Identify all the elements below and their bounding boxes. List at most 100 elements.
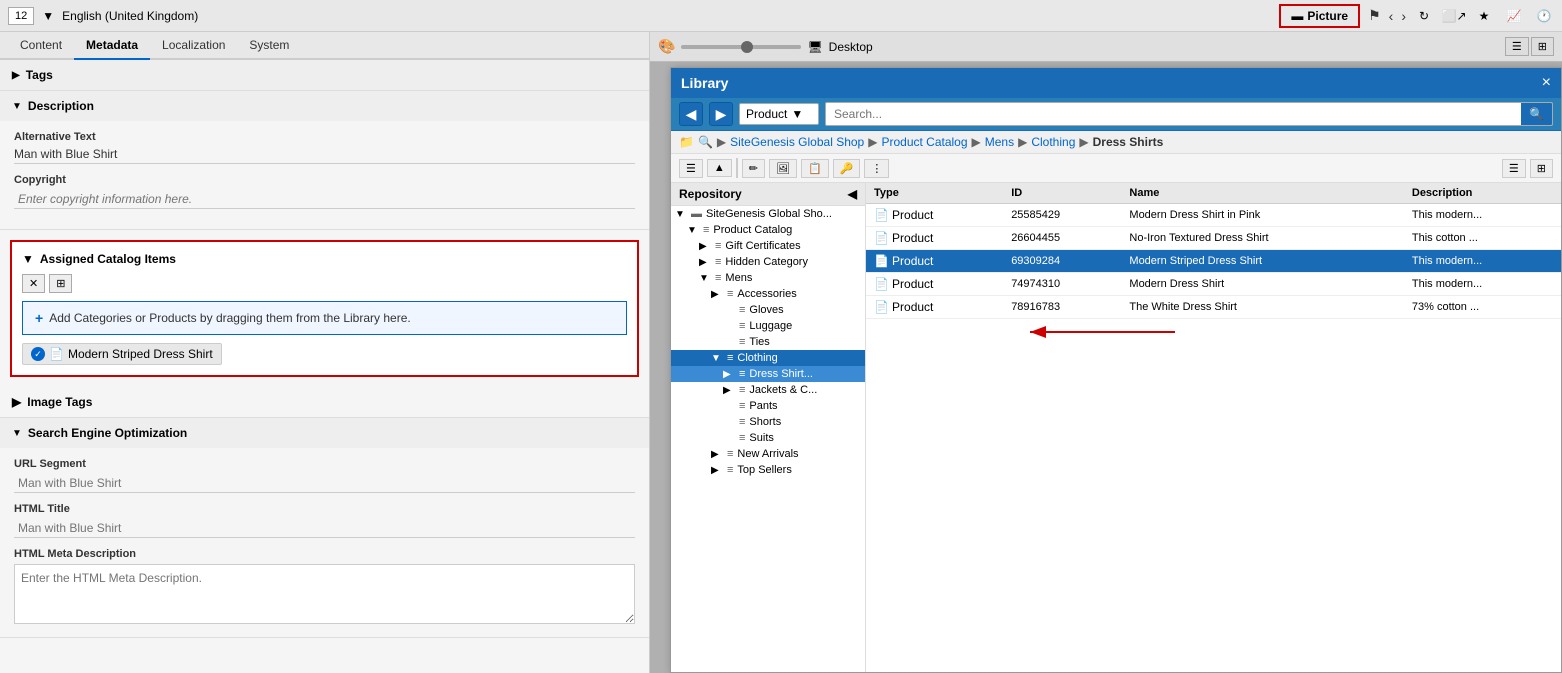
tree-node-0[interactable]: ▼ ▬ SiteGenesis Global Sho... bbox=[671, 206, 865, 222]
tree-node-4[interactable]: ▼ ≡ Mens bbox=[671, 270, 865, 286]
library-close-btn[interactable]: × bbox=[1542, 74, 1551, 92]
refresh-icon[interactable]: ↻ bbox=[1414, 6, 1434, 26]
lib-search-button[interactable]: 🔍 bbox=[1521, 103, 1552, 125]
file-row-3[interactable]: 📄 Product 74974310 Modern Dress Shirt Th… bbox=[866, 273, 1561, 296]
picture-button[interactable]: ▬ Picture bbox=[1279, 4, 1360, 28]
lib-grid-view[interactable]: ⊞ bbox=[1530, 159, 1553, 178]
tree-node-7[interactable]: ≡ Luggage bbox=[671, 318, 865, 334]
expand-icon-4[interactable]: ▼ bbox=[699, 273, 711, 284]
repo-label: Repository bbox=[679, 187, 742, 201]
breadcrumb-item-2[interactable]: Mens bbox=[985, 135, 1014, 149]
url-segment-input[interactable] bbox=[14, 474, 635, 493]
breadcrumb-item-0[interactable]: SiteGenesis Global Shop bbox=[730, 135, 864, 149]
description-header[interactable]: ▼ Description bbox=[0, 91, 649, 121]
tab-content[interactable]: Content bbox=[8, 32, 74, 60]
image-tags-header[interactable]: ▶ Image Tags bbox=[0, 387, 649, 417]
lib-dropdown[interactable]: Product ▼ bbox=[739, 103, 819, 125]
lib-forward-btn[interactable]: ▶ bbox=[709, 102, 733, 126]
clock-icon[interactable]: 🕐 bbox=[1534, 6, 1554, 26]
tree-node-6[interactable]: ≡ Gloves bbox=[671, 302, 865, 318]
file-icon-1: 📄 bbox=[874, 231, 889, 245]
file-row-0[interactable]: 📄 Product 25585429 Modern Dress Shirt in… bbox=[866, 204, 1561, 227]
cell-desc-0: This modern... bbox=[1404, 204, 1561, 227]
expand-icon-15[interactable]: ▶ bbox=[711, 449, 723, 460]
expand-icon-9[interactable]: ▼ bbox=[711, 353, 723, 364]
html-meta-input[interactable] bbox=[14, 564, 635, 624]
expand-icon-2[interactable]: ▶ bbox=[699, 241, 711, 252]
lib-key-btn[interactable]: 🔑 bbox=[833, 159, 861, 178]
picture-icon: ▬ bbox=[1291, 9, 1303, 23]
lib-image-btn[interactable]: 🖼 bbox=[769, 159, 797, 178]
lib-upload-btn[interactable]: ▲ bbox=[707, 159, 732, 177]
flag-icon[interactable]: ⚑ bbox=[1368, 7, 1381, 24]
list-icon-12: ≡ bbox=[739, 400, 745, 412]
tags-header[interactable]: ▶ Tags bbox=[0, 60, 649, 90]
zoom-slider[interactable] bbox=[681, 45, 801, 49]
expand-icon-13 bbox=[723, 417, 735, 428]
cell-type-2: 📄 Product bbox=[866, 250, 1003, 273]
list-view-btn[interactable]: ☰ bbox=[1505, 37, 1529, 56]
catalog-move-btn[interactable]: ⊞ bbox=[49, 274, 72, 293]
tree-node-15[interactable]: ▶ ≡ New Arrivals bbox=[671, 446, 865, 462]
tree-node-5[interactable]: ▶ ≡ Accessories bbox=[671, 286, 865, 302]
file-icon-4: 📄 bbox=[874, 300, 889, 314]
list-icon-13: ≡ bbox=[739, 416, 745, 428]
slider-thumb bbox=[741, 41, 753, 53]
expand-icon-11[interactable]: ▶ bbox=[723, 385, 735, 396]
lib-view-btn[interactable]: ☰ bbox=[679, 159, 703, 178]
html-title-input[interactable] bbox=[14, 519, 635, 538]
search-icon-small[interactable]: 🔍 bbox=[698, 135, 713, 149]
chart-icon[interactable]: 📈 bbox=[1504, 6, 1524, 26]
seo-header[interactable]: ▼ Search Engine Optimization bbox=[0, 418, 649, 448]
lib-more-btn[interactable]: ⋮ bbox=[864, 159, 889, 178]
breadcrumb-item-3[interactable]: Clothing bbox=[1031, 135, 1075, 149]
star-icon[interactable]: ★ bbox=[1474, 6, 1494, 26]
tree-node-10[interactable]: ▶ ≡ Dress Shirt... bbox=[671, 366, 865, 382]
tree-node-12[interactable]: ≡ Pants bbox=[671, 398, 865, 414]
tab-localization[interactable]: Localization bbox=[150, 32, 237, 60]
tree-node-13[interactable]: ≡ Shorts bbox=[671, 414, 865, 430]
tree-node-1[interactable]: ▼ ≡ Product Catalog bbox=[671, 222, 865, 238]
breadcrumb-sep-3: ▶ bbox=[1018, 135, 1027, 149]
drop-zone[interactable]: + Add Categories or Products by dragging… bbox=[22, 301, 627, 335]
file-row-1[interactable]: 📄 Product 26604455 No-Iron Textured Dres… bbox=[866, 227, 1561, 250]
back-icon[interactable]: ‹ bbox=[1389, 8, 1394, 24]
tree-node-3[interactable]: ▶ ≡ Hidden Category bbox=[671, 254, 865, 270]
catalog-remove-btn[interactable]: ✕ bbox=[22, 274, 45, 293]
expand-icon-1[interactable]: ▼ bbox=[687, 225, 699, 236]
expand-icon-10[interactable]: ▶ bbox=[723, 369, 735, 380]
cell-type-4: 📄 Product bbox=[866, 296, 1003, 319]
tab-metadata[interactable]: Metadata bbox=[74, 32, 150, 60]
breadcrumb-item-1[interactable]: Product Catalog bbox=[881, 135, 967, 149]
lib-list-view[interactable]: ☰ bbox=[1502, 159, 1526, 178]
cell-id-4: 78916783 bbox=[1003, 296, 1121, 319]
grid-view-btn[interactable]: ⊞ bbox=[1531, 37, 1554, 56]
tree-node-14[interactable]: ≡ Suits bbox=[671, 430, 865, 446]
expand-icon-5[interactable]: ▶ bbox=[711, 289, 723, 300]
copyright-input[interactable] bbox=[14, 190, 635, 209]
expand-icon-0[interactable]: ▼ bbox=[675, 209, 687, 220]
tree-node-8[interactable]: ≡ Ties bbox=[671, 334, 865, 350]
lib-search-input[interactable] bbox=[826, 103, 1521, 125]
forward-icon[interactable]: › bbox=[1401, 8, 1406, 24]
export-icon[interactable]: ⬜↗ bbox=[1444, 6, 1464, 26]
lib-edit-btn[interactable]: ✏ bbox=[742, 159, 765, 178]
tree-node-16[interactable]: ▶ ≡ Top Sellers bbox=[671, 462, 865, 478]
expand-icon-3[interactable]: ▶ bbox=[699, 257, 711, 268]
page-number[interactable]: 12 bbox=[8, 7, 34, 25]
description-label: Description bbox=[28, 99, 94, 113]
tab-system[interactable]: System bbox=[237, 32, 301, 60]
lib-back-btn[interactable]: ◀ bbox=[679, 102, 703, 126]
lib-action-bar: ☰ ▲ ✏ 🖼 📋 🔑 ⋮ ☰ ⊞ bbox=[671, 154, 1561, 183]
dropdown-arrow[interactable]: ▼ bbox=[42, 9, 54, 23]
tree-node-2[interactable]: ▶ ≡ Gift Certificates bbox=[671, 238, 865, 254]
file-row-2[interactable]: 📄 Product 69309284 Modern Striped Dress … bbox=[866, 250, 1561, 273]
file-row-4[interactable]: 📄 Product 78916783 The White Dress Shirt… bbox=[866, 296, 1561, 319]
tree-node-9[interactable]: ▼ ≡ Clothing bbox=[671, 350, 865, 366]
repo-collapse-btn[interactable]: ◀ bbox=[848, 187, 857, 201]
expand-icon-16[interactable]: ▶ bbox=[711, 465, 723, 476]
breadcrumb-item-4[interactable]: Dress Shirts bbox=[1093, 135, 1164, 149]
tree-node-11[interactable]: ▶ ≡ Jackets & C... bbox=[671, 382, 865, 398]
top-bar-left: 12 ▼ English (United Kingdom) ▬ Picture … bbox=[8, 4, 1406, 28]
lib-copy-btn[interactable]: 📋 bbox=[801, 159, 829, 178]
